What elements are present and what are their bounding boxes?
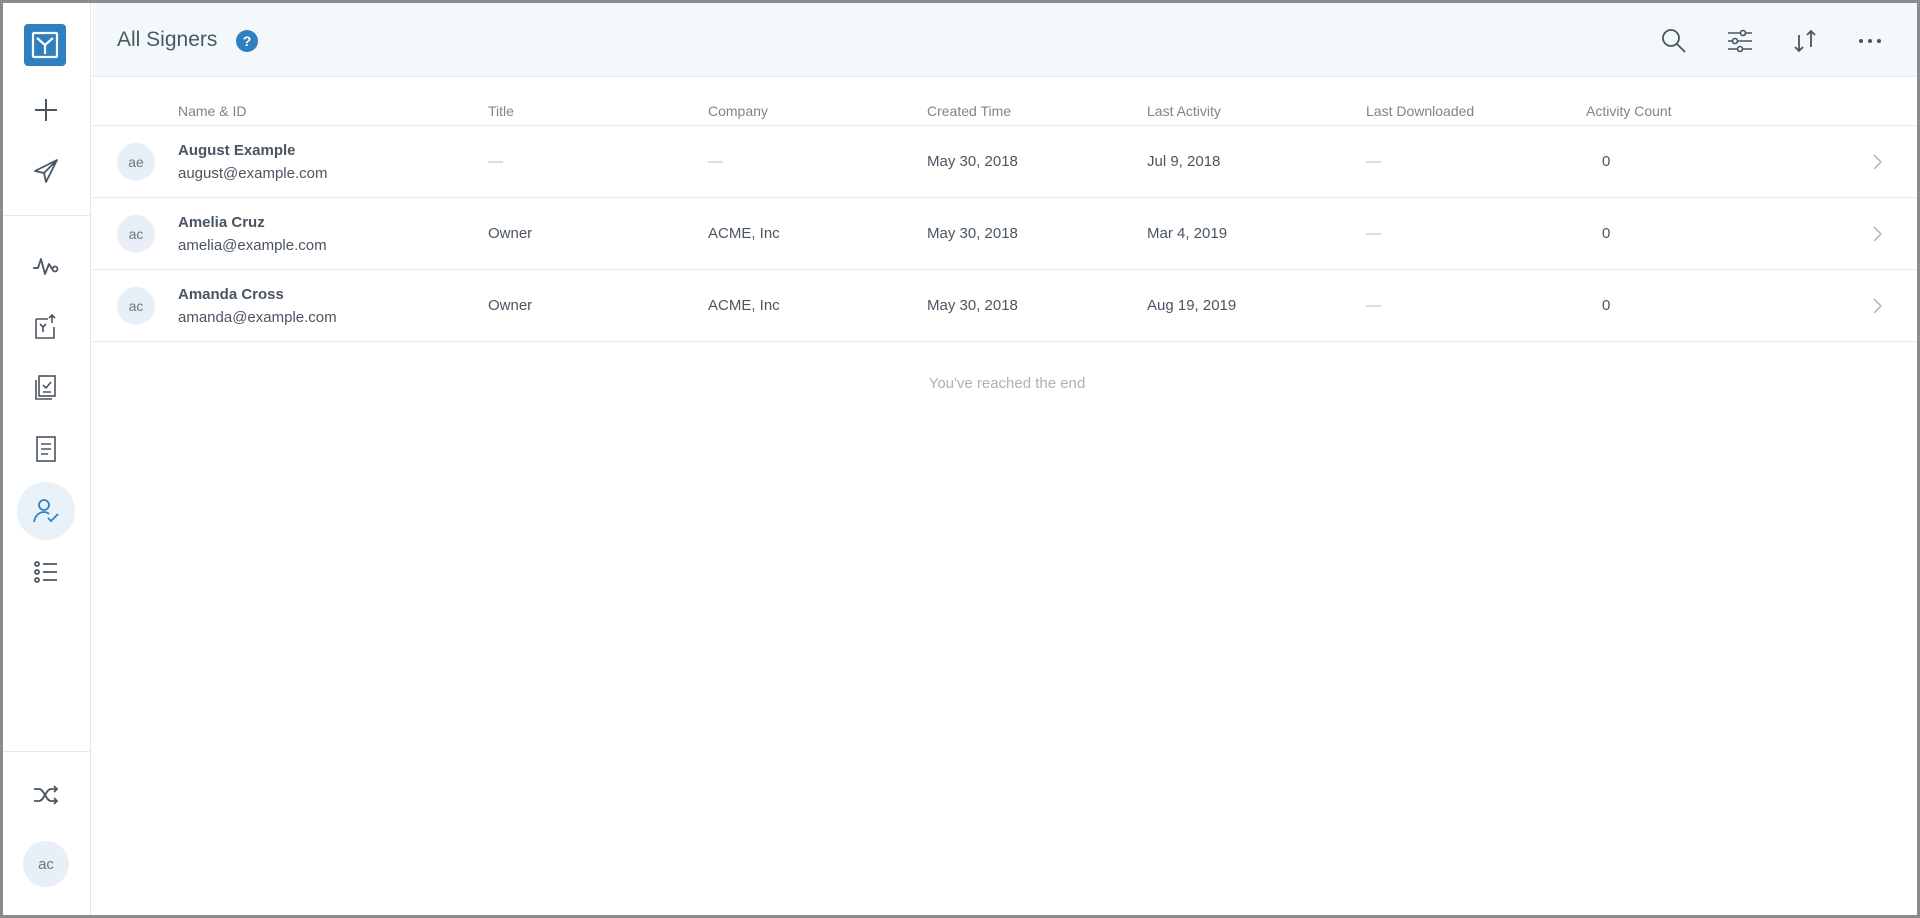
- column-header-last-activity[interactable]: Last Activity: [1147, 103, 1221, 119]
- app-window: ac All Signers ? Name & ID Title Company…: [0, 0, 1920, 918]
- column-header-title[interactable]: Title: [488, 103, 514, 119]
- page-title: All Signers: [117, 28, 218, 51]
- column-header-activity-count[interactable]: Activity Count: [1586, 103, 1672, 119]
- signer-title: Owner: [488, 225, 533, 242]
- signer-company: ACME, Inc: [708, 297, 780, 314]
- avatar: ae: [117, 143, 155, 181]
- signers-table: Name & ID Title Company Created Time Las…: [92, 77, 1917, 342]
- table-row[interactable]: ae August Example august@example.com — —…: [92, 126, 1917, 198]
- filter-icon[interactable]: [1724, 25, 1756, 57]
- created-time: May 30, 2018: [927, 297, 1018, 314]
- table-row[interactable]: ac Amanda Cross amanda@example.com Owner…: [92, 270, 1917, 342]
- user-avatar[interactable]: ac: [23, 841, 69, 887]
- activity-icon[interactable]: [17, 237, 75, 295]
- sidebar-divider: [3, 215, 91, 216]
- last-downloaded: —: [1366, 225, 1381, 242]
- sort-icon[interactable]: [1789, 25, 1821, 57]
- signer-name: Amanda Cross: [178, 286, 284, 303]
- last-activity: Mar 4, 2019: [1147, 225, 1228, 242]
- last-activity: Aug 19, 2019: [1147, 297, 1237, 314]
- end-of-list-message: You've reached the end: [928, 375, 1086, 392]
- table-header: Name & ID Title Company Created Time Las…: [92, 77, 1917, 126]
- signer-name: August Example: [178, 142, 296, 159]
- signer-title: Owner: [488, 297, 533, 314]
- chevron-right-icon[interactable]: [1867, 224, 1887, 244]
- document-upload-icon[interactable]: [17, 298, 75, 356]
- last-downloaded: —: [1366, 297, 1381, 314]
- activity-count: 0: [1602, 153, 1611, 170]
- sidebar-divider: [3, 751, 91, 752]
- more-icon[interactable]: [1854, 25, 1886, 57]
- created-time: May 30, 2018: [927, 153, 1018, 170]
- activity-count: 0: [1602, 225, 1611, 242]
- search-icon[interactable]: [1658, 25, 1690, 57]
- logo-icon[interactable]: [24, 24, 66, 66]
- table-row[interactable]: ac Amelia Cruz amelia@example.com Owner …: [92, 198, 1917, 270]
- signer-email: amanda@example.com: [178, 309, 337, 326]
- signer-title: —: [488, 153, 503, 170]
- activity-count: 0: [1602, 297, 1611, 314]
- avatar: ac: [117, 287, 155, 325]
- column-header-created[interactable]: Created Time: [927, 103, 1011, 119]
- template-icon[interactable]: [17, 420, 75, 478]
- help-icon[interactable]: ?: [236, 30, 258, 52]
- last-activity: Jul 9, 2018: [1147, 153, 1221, 170]
- documents-check-icon[interactable]: [17, 359, 75, 417]
- page-header: All Signers ?: [92, 3, 1917, 77]
- avatar: ac: [117, 215, 155, 253]
- signer-company: ACME, Inc: [708, 225, 780, 242]
- list-icon[interactable]: [17, 543, 75, 601]
- signer-email: amelia@example.com: [178, 237, 327, 254]
- column-header-company[interactable]: Company: [708, 103, 768, 119]
- column-header-name[interactable]: Name & ID: [178, 103, 246, 119]
- column-header-last-downloaded[interactable]: Last Downloaded: [1366, 103, 1474, 119]
- send-icon[interactable]: [17, 142, 75, 200]
- last-downloaded: —: [1366, 153, 1381, 170]
- signer-email: august@example.com: [178, 165, 328, 182]
- shuffle-icon[interactable]: [17, 766, 75, 824]
- sidebar: ac: [3, 3, 91, 915]
- chevron-right-icon[interactable]: [1867, 152, 1887, 172]
- signer-company: —: [708, 153, 723, 170]
- plus-icon[interactable]: [17, 81, 75, 139]
- signer-name: Amelia Cruz: [178, 214, 265, 231]
- created-time: May 30, 2018: [927, 225, 1018, 242]
- chevron-right-icon[interactable]: [1867, 296, 1887, 316]
- signer-check-icon[interactable]: [17, 482, 75, 540]
